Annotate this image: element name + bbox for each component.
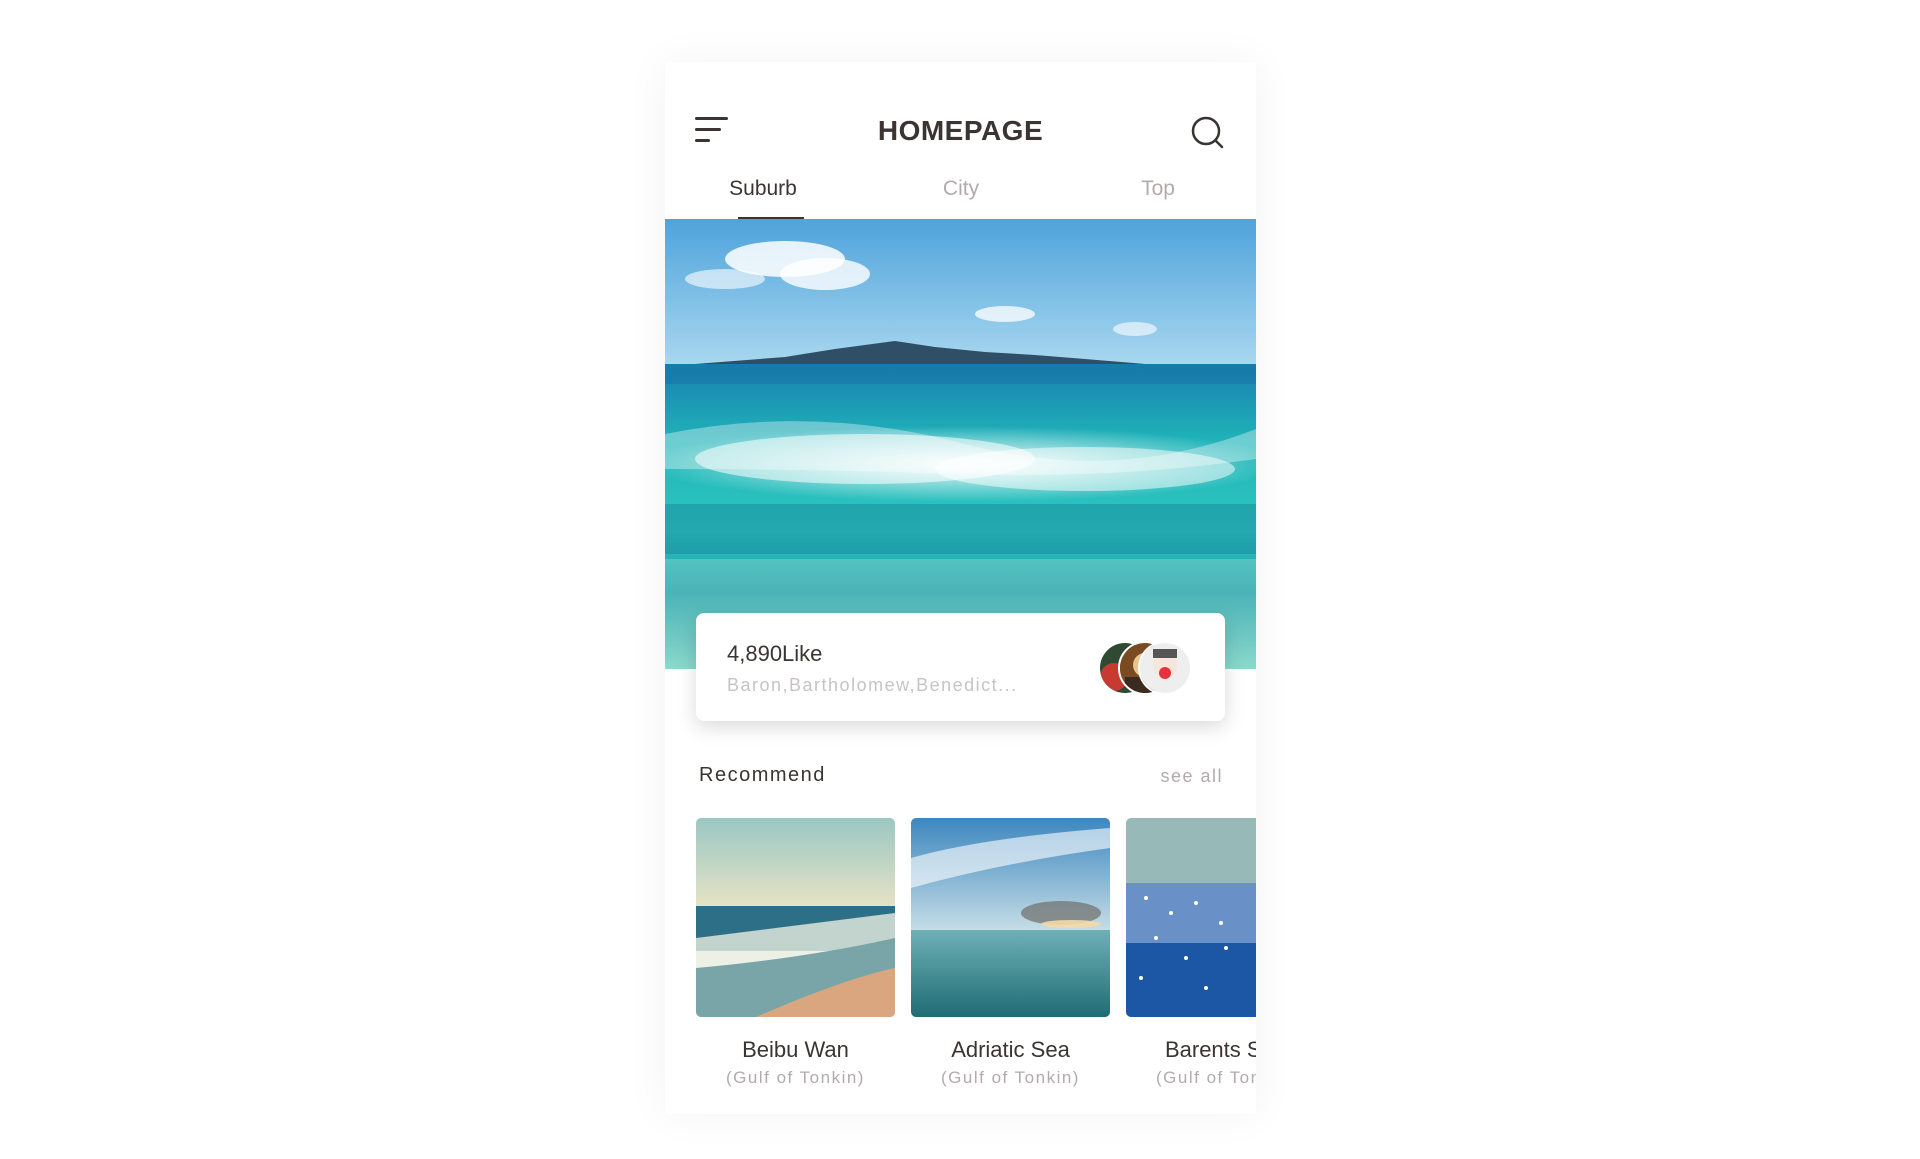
recommend-card[interactable]: Barents Sea (Gulf of Tonkin) [1126,818,1256,1088]
tab-label: Top [1141,177,1175,200]
app-header: HOMEPAGE [665,62,1256,162]
glittering-sea-photo [1126,818,1256,1017]
liker-names: Baron,Bartholomew,Benedict... [727,675,1018,695]
recommend-name: Adriatic Sea [951,1037,1070,1062]
tab-bar: Suburb City Top [665,177,1256,219]
recommend-header: Recommend see all [665,764,1256,794]
tab-city[interactable]: City [881,177,1041,219]
recommend-subtitle: (Gulf of Tonkin) [1156,1068,1256,1087]
sea-photo [911,818,1110,1017]
search-button[interactable] [1189,114,1227,152]
recommend-list: Beibu Wan (Gulf of Tonkin) Adriatic Sea … [696,818,1256,1108]
recommend-name: Barents Sea [1164,1037,1256,1062]
beach-photo [696,818,895,1017]
tab-label: City [942,177,980,200]
tab-label: Suburb [729,177,797,200]
tab-suburb[interactable]: Suburb [683,177,843,219]
phone-screen: HOMEPAGE Suburb City Top 4,890Like Baron… [665,62,1256,1114]
liker-avatars [1098,641,1192,695]
section-title: Recommend [699,764,826,786]
ocean-wave-photo [665,219,1256,669]
recommend-name: Beibu Wan [742,1037,849,1062]
page-title: HOMEPAGE [877,115,1044,146]
likes-card[interactable]: 4,890Like Baron,Bartholomew,Benedict... [696,613,1225,721]
see-all-link[interactable]: see all [1160,766,1223,787]
recommend-subtitle: (Gulf of Tonkin) [726,1068,865,1087]
recommend-card[interactable]: Beibu Wan (Gulf of Tonkin) [696,818,895,1088]
recommend-card[interactable]: Adriatic Sea (Gulf of Tonkin) [911,818,1110,1088]
tab-top[interactable]: Top [1078,177,1238,219]
recommend-subtitle: (Gulf of Tonkin) [941,1068,1080,1087]
like-count: 4,890Like [727,641,823,666]
hero-image[interactable] [665,219,1256,669]
avatar[interactable] [1138,641,1192,695]
search-icon [1191,116,1224,149]
